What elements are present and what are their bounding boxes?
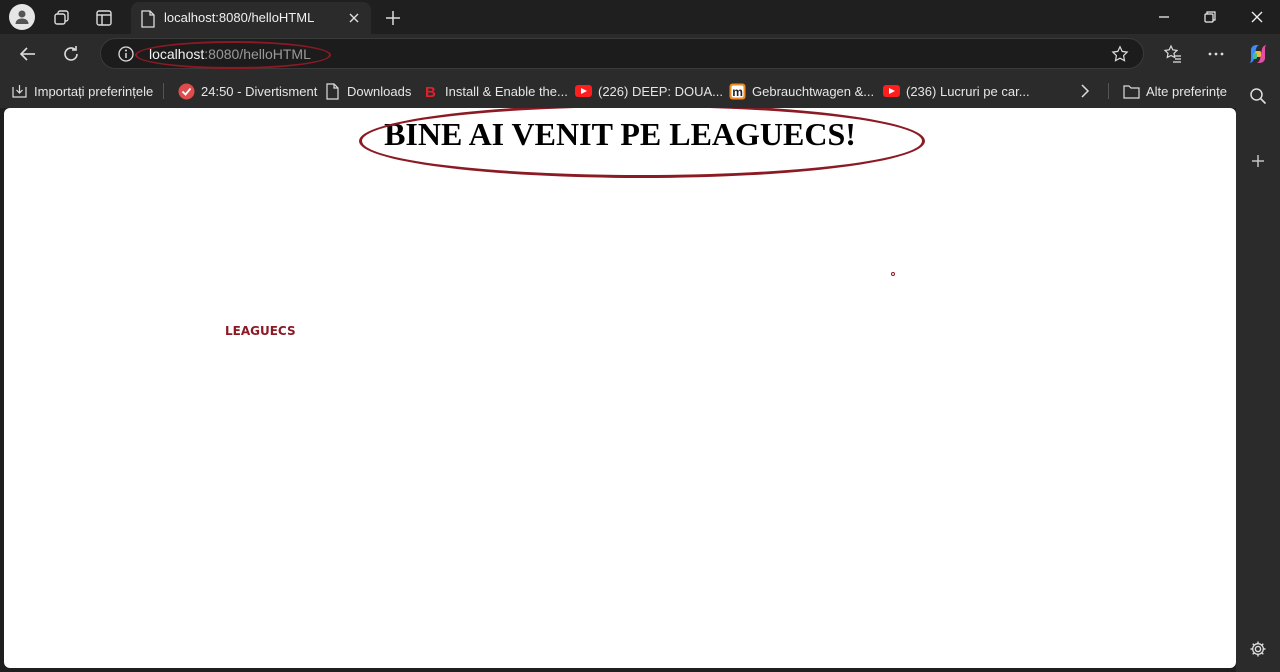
favorite-label: Alte preferințe	[1146, 83, 1227, 99]
more-dots-icon	[1208, 52, 1224, 56]
url-highlight-ellipse	[135, 41, 331, 69]
close-window-button[interactable]	[1245, 5, 1269, 29]
chevron-right-icon	[1081, 84, 1090, 98]
gear-icon	[1250, 641, 1266, 657]
person-icon	[15, 10, 29, 24]
favorite-import[interactable]: Importați preferințele	[11, 81, 153, 101]
favorite-label: 24:50 - Divertisment	[201, 83, 318, 99]
tab-title: localhost:8080/helloHTML	[164, 10, 315, 25]
page-icon	[141, 10, 155, 28]
site-info-icon[interactable]	[117, 45, 135, 63]
plus-icon	[1252, 155, 1264, 167]
b-logo-icon: B	[422, 83, 439, 100]
edge-sidebar	[1236, 74, 1280, 672]
favorite-install-enable[interactable]: B Install & Enable the...	[422, 81, 568, 101]
youtube-icon	[575, 83, 592, 100]
favorite-label: (226) DEEP: DOUA...	[598, 83, 723, 99]
favorites-divider	[1108, 83, 1109, 99]
favorite-divertisment[interactable]: 24:50 - Divertisment	[178, 81, 317, 101]
favorite-label: Gebrauchtwagen &...	[752, 83, 875, 99]
copilot-button[interactable]	[1245, 41, 1271, 67]
favorite-gebrauchtwagen[interactable]: m Gebrauchtwagen &...	[729, 81, 874, 101]
small-circle-mark	[891, 272, 895, 276]
favorite-youtube-deep[interactable]: (226) DEEP: DOUA...	[575, 81, 723, 101]
settings-more-button[interactable]	[1203, 41, 1229, 67]
tab-actions-button[interactable]	[91, 5, 117, 31]
favorite-downloads[interactable]: Downloads	[324, 81, 411, 101]
favorites-overflow-button[interactable]	[1078, 81, 1092, 101]
sidebar-settings-button[interactable]	[1246, 637, 1270, 661]
minimize-button[interactable]	[1152, 5, 1176, 29]
tab-active[interactable]: localhost:8080/helloHTML	[131, 2, 371, 34]
copilot-icon	[1249, 45, 1267, 63]
favorites-button[interactable]	[1160, 41, 1186, 67]
sidebar-add-button[interactable]	[1246, 149, 1270, 173]
favorite-label: Downloads	[347, 83, 412, 99]
restore-button[interactable]	[1198, 5, 1222, 29]
search-icon	[1250, 88, 1267, 105]
favorite-star-icon[interactable]	[1111, 45, 1129, 63]
favorites-divider	[163, 83, 164, 99]
brand-label: LEAGUECS	[225, 324, 296, 338]
new-tab-button[interactable]	[380, 5, 406, 31]
close-icon	[1251, 11, 1263, 23]
folder-icon	[1123, 83, 1140, 100]
youtube-icon	[883, 83, 900, 100]
favorites-bar: Importați preferințele 24:50 - Divertism…	[0, 74, 1280, 108]
page-viewport: BINE AI VENIT PE LEAGUECS! LEAGUECS	[4, 108, 1236, 668]
restore-icon	[1204, 11, 1216, 23]
svg-text:B: B	[425, 84, 436, 100]
page-icon	[324, 82, 341, 100]
m-logo-icon: m	[729, 83, 746, 100]
refresh-icon	[64, 46, 78, 61]
favorite-label: Install & Enable the...	[445, 83, 568, 99]
back-arrow-icon	[19, 47, 35, 61]
workspaces-icon	[54, 10, 69, 25]
import-icon	[11, 83, 28, 100]
headline-highlight-ellipse	[359, 108, 925, 178]
favorite-label: Importați preferințele	[34, 83, 154, 99]
favorite-other-folder[interactable]: Alte preferințe	[1123, 81, 1227, 101]
back-button[interactable]	[15, 41, 41, 67]
svg-text:m: m	[732, 85, 743, 99]
workspaces-button[interactable]	[49, 5, 75, 31]
close-tab-icon[interactable]	[346, 10, 362, 26]
title-bar: localhost:8080/helloHTML	[0, 0, 1280, 34]
red-check-icon	[178, 83, 195, 100]
favorite-label: (236) Lucruri pe car...	[906, 83, 1030, 99]
favorite-youtube-lucruri[interactable]: (236) Lucruri pe car...	[883, 81, 1030, 101]
minimize-icon	[1159, 16, 1169, 18]
navigation-toolbar: localhost:8080/helloHTML	[0, 34, 1280, 74]
refresh-button[interactable]	[58, 41, 84, 67]
tab-actions-icon	[96, 10, 112, 26]
plus-icon	[386, 11, 400, 25]
profile-avatar[interactable]	[9, 4, 35, 30]
sidebar-search-button[interactable]	[1246, 84, 1270, 108]
address-bar[interactable]: localhost:8080/helloHTML	[100, 38, 1144, 69]
favorites-list-icon	[1163, 44, 1181, 63]
